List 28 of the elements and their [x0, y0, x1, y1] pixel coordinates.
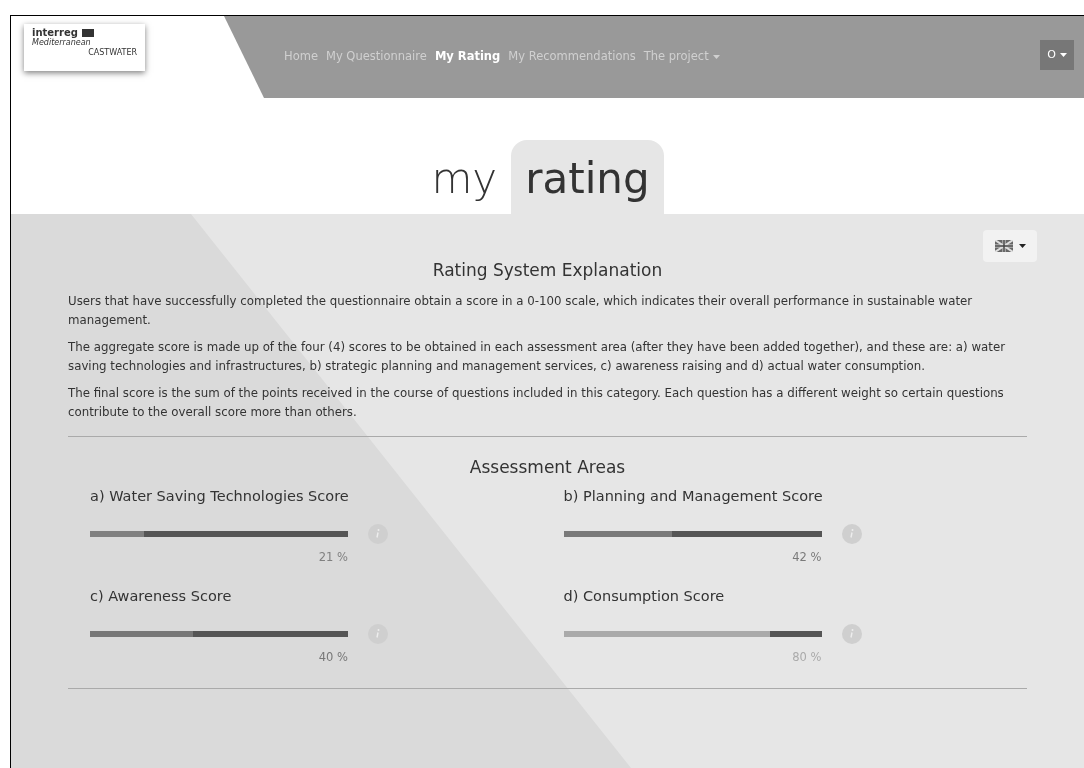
info-icon[interactable]: [841, 523, 862, 544]
caret-icon: [1018, 244, 1026, 248]
logo-brand: CASTWATER: [88, 48, 137, 58]
flag-icon: [994, 240, 1013, 252]
paragraph: Users that have successfully completed the questionnaire obtain a score in a 0-100 scale, which indicates their overall performance in sustainable water management.: [68, 292, 974, 329]
paragraph: The aggregate score is made up of the four (4) scores to be obtained in each assessment area (after they have been added together), and these are: a) water saving technologies and infrastructures, b) strategic planning and management services, c) awareness raising and d) actual water consumption.: [68, 338, 1007, 375]
logo-text: interreg: [32, 28, 78, 38]
flag-icon: [81, 29, 94, 37]
section-heading: Assessment Areas: [468, 455, 627, 479]
logo[interactable]: interreg Mediterranean CASTWATER: [24, 24, 145, 71]
info-icon[interactable]: [841, 623, 862, 644]
score-label: c) Awareness Score: [90, 587, 233, 606]
score-label: b) Planning and Management Score: [563, 487, 824, 506]
language-button[interactable]: [983, 230, 1037, 262]
page-title: my: [431, 158, 498, 200]
nav-link[interactable]: My Rating: [434, 48, 501, 66]
score-percentage: 40 %: [318, 649, 348, 664]
section-heading: Rating System Explanation: [431, 259, 664, 282]
score-percentage: 42 %: [792, 549, 822, 564]
paragraph: The final score is the sum of the points received in the course of questions included in this category. Each question has a different weight so certain questions contribute to the overall score more than others.: [68, 384, 1005, 421]
score-percentage: 21 %: [318, 549, 348, 564]
score-label: d) Consumption Score: [563, 587, 726, 606]
caret-icon: [712, 55, 720, 59]
user-menu-button[interactable]: O: [1040, 40, 1074, 70]
caret-icon: [1059, 53, 1067, 57]
logo-subtext: Mediterranean: [32, 38, 92, 48]
score-label: a) Water Saving Technologies Score: [90, 487, 350, 506]
score-percentage: 80 %: [792, 649, 822, 664]
